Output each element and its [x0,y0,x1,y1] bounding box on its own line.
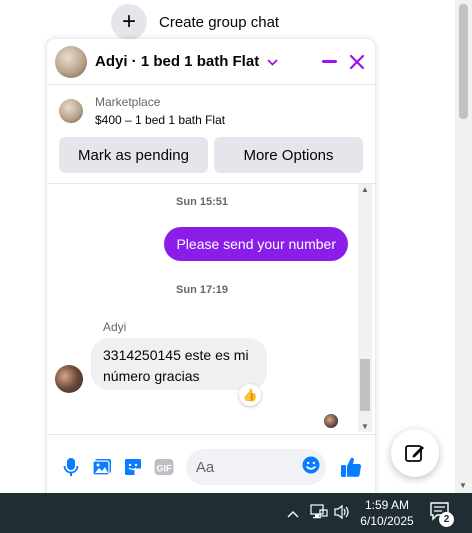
thumbs-up-reaction-icon[interactable]: 👍 [239,384,261,406]
chevron-down-icon[interactable] [267,55,278,69]
incoming-message-line: 3314250145 este es mi [103,347,249,363]
clock-time: 1:59 AM [364,498,410,512]
incoming-message[interactable]: 3314250145 este es mi número gracias [91,338,267,390]
svg-text:GIF: GIF [157,464,173,474]
microphone-icon[interactable] [55,451,86,483]
minimize-icon [321,60,337,63]
sender-name: Adyi [103,320,127,334]
emoji-icon[interactable] [302,456,320,479]
listing-thumbnail [59,99,83,123]
incoming-message-line: número gracias [103,368,200,384]
clock-date: 6/10/2025 [360,514,414,528]
timestamp: Sun 17:19 [176,284,228,296]
message-input[interactable]: Aa [185,449,326,485]
thread-scrollbar[interactable]: ▲ ▼ [358,184,372,432]
create-group-chat-label: Create group chat [159,13,280,31]
listing-avatar[interactable] [55,45,87,78]
edit-icon [405,445,424,462]
chat-window: Adyi · 1 bed 1 bath Flat Marketplace $40… [47,39,375,499]
thumbs-up-icon[interactable] [336,451,367,483]
scroll-up-arrow-icon[interactable]: ▲ [361,185,369,194]
plus-icon[interactable]: + [111,4,147,40]
notification-count-badge: 2 [439,512,454,527]
photo-icon[interactable] [86,451,117,483]
taskbar-clock[interactable]: 1:59 AM 6/10/2025 [357,497,417,529]
notification-center-button[interactable]: 2 [430,502,454,527]
page-scrollbar[interactable]: ▼ [455,0,472,493]
seen-avatar [324,414,338,428]
chevron-up-icon[interactable] [287,505,299,521]
close-button[interactable] [347,52,367,72]
timestamp: Sun 15:51 [176,196,228,208]
volume-icon[interactable] [333,504,351,525]
chat-title[interactable]: Adyi · 1 bed 1 bath Flat [95,53,259,70]
gif-icon[interactable]: GIF [149,451,180,483]
thread-scrollbar-thumb[interactable] [360,359,370,411]
listing-source: Marketplace [95,95,161,109]
message-input-placeholder: Aa [195,458,215,476]
outgoing-message[interactable]: Please send your number [164,227,348,261]
minimize-button[interactable] [319,52,339,72]
taskbar: 1:59 AM 6/10/2025 2 [0,493,472,533]
listing-price-title: $400 – 1 bed 1 bath Flat [95,113,226,127]
composer: GIF Aa [47,434,375,499]
message-thread[interactable]: Sun 15:51 Please send your number Sun 17… [47,184,375,432]
new-message-button[interactable] [391,429,439,477]
listing-summary[interactable]: Marketplace $400 – 1 bed 1 bath Flat [47,85,375,129]
listing-actions: Mark as pending More Options [47,129,375,173]
sender-avatar[interactable] [55,365,83,393]
chat-header: Adyi · 1 bed 1 bath Flat [47,39,375,85]
close-icon [349,54,365,69]
network-icon[interactable] [310,504,328,525]
scroll-down-arrow-icon[interactable]: ▼ [361,422,369,431]
sticker-icon[interactable] [117,451,148,483]
page-scrollbar-thumb[interactable] [459,4,468,119]
mark-as-pending-button[interactable]: Mark as pending [59,137,208,173]
scroll-down-arrow-icon[interactable]: ▼ [459,481,467,490]
more-options-button[interactable]: More Options [214,137,363,173]
create-group-chat-row[interactable]: + Create group chat [111,4,279,40]
